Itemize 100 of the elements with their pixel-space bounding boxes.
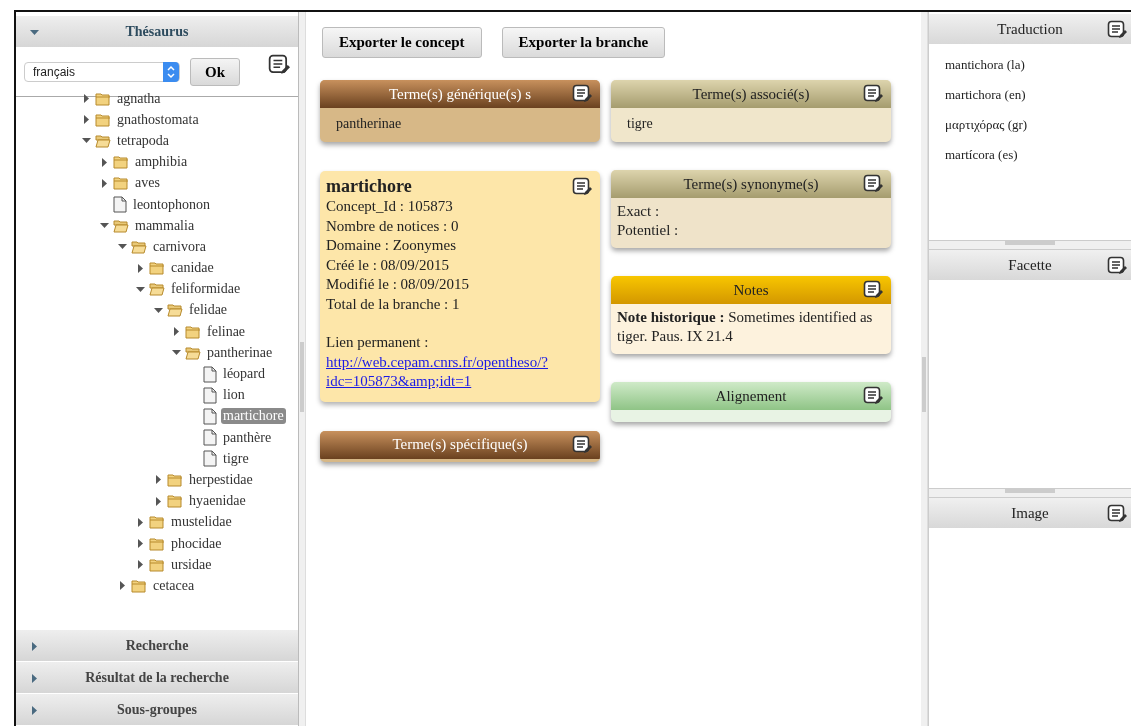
tree-item[interactable]: gnathostomata xyxy=(115,111,201,128)
expand-toggle-icon[interactable] xyxy=(154,475,163,485)
card-title: Alignement xyxy=(714,387,788,405)
concept-field: Total de la branche : 1 xyxy=(326,294,594,314)
tree-item[interactable]: mustelidae xyxy=(169,514,234,531)
accordion-header[interactable]: Thésaurus xyxy=(16,16,298,48)
expand-toggle-icon[interactable] xyxy=(82,115,91,125)
expand-toggle-icon[interactable] xyxy=(136,517,145,527)
expand-toggle-icon[interactable] xyxy=(100,157,109,167)
caret-icon[interactable] xyxy=(30,28,39,37)
expand-toggle-icon[interactable] xyxy=(136,284,145,294)
card-title: Terme(s) générique(s) s xyxy=(387,85,533,103)
tree-item[interactable]: feliformidae xyxy=(169,281,243,298)
export-button[interactable]: Exporter le concept xyxy=(322,27,482,58)
card-title: Notes xyxy=(732,281,770,299)
accordion-header[interactable]: Résultat de la recherche xyxy=(16,662,298,694)
caret-icon[interactable] xyxy=(30,674,39,683)
caret-icon[interactable] xyxy=(30,642,39,651)
permalink[interactable]: http://web.cepam.cnrs.fr/opentheso/?idc=105873&amp;idt=1 xyxy=(326,352,594,392)
edit-list-icon[interactable] xyxy=(1107,503,1127,524)
edit-list-icon[interactable] xyxy=(863,386,883,406)
tree-item[interactable]: amphibia xyxy=(133,154,190,171)
expand-toggle-icon[interactable] xyxy=(118,242,127,252)
concept-field: Créé le : 08/09/2015 xyxy=(326,255,594,275)
tree-item[interactable]: lion xyxy=(221,387,247,404)
expand-toggle-icon[interactable] xyxy=(82,136,91,146)
concept-field: Concept_Id : 105873 xyxy=(326,197,594,217)
document-icon xyxy=(203,386,217,404)
edit-list-icon[interactable] xyxy=(572,84,592,104)
tree-item[interactable]: tetrapoda xyxy=(115,132,172,149)
folder-icon xyxy=(95,112,111,127)
expand-toggle-icon[interactable] xyxy=(82,94,91,104)
term-link[interactable]: tigre xyxy=(627,116,875,132)
tree-item[interactable]: leontophonon xyxy=(131,196,212,213)
panel-header: Facette xyxy=(929,250,1131,281)
expand-toggle-icon[interactable] xyxy=(136,539,145,549)
edit-list-icon[interactable] xyxy=(268,54,290,76)
edit-list-icon[interactable] xyxy=(572,434,592,455)
expand-toggle-icon[interactable] xyxy=(100,221,109,231)
folder-icon xyxy=(149,536,165,551)
expand-toggle-icon[interactable] xyxy=(100,178,109,188)
edit-list-icon[interactable] xyxy=(863,84,883,104)
tree-item[interactable]: ursidae xyxy=(169,556,214,573)
open-folder-icon xyxy=(185,345,201,360)
edit-list-icon[interactable] xyxy=(1107,256,1127,277)
expand-toggle-icon[interactable] xyxy=(172,348,181,358)
export-button[interactable]: Exporter la branche xyxy=(501,27,666,58)
edit-list-icon[interactable] xyxy=(863,280,883,300)
document-icon xyxy=(203,365,217,383)
open-folder-icon xyxy=(149,282,165,297)
expand-toggle-icon[interactable] xyxy=(154,496,163,506)
open-folder-icon xyxy=(131,239,147,254)
translation-item: μαρτιχόρας (gr) xyxy=(945,116,1029,135)
translation-item: mantichora (la) xyxy=(945,56,1026,75)
tree-item[interactable]: phocidae xyxy=(169,535,224,552)
tree-item[interactable]: hyaenidae xyxy=(187,493,248,510)
card-title: Terme(s) synonyme(s) xyxy=(682,175,820,193)
tree-item[interactable]: aves xyxy=(133,175,162,192)
folder-icon xyxy=(95,91,111,106)
accordion-header[interactable]: Sous-groupes xyxy=(16,694,298,726)
translation-item: martícora (es) xyxy=(945,146,1019,165)
open-folder-icon xyxy=(95,133,111,148)
tree-item[interactable]: tigre xyxy=(221,450,251,467)
concept-field: Nombre de notices : 0 xyxy=(326,216,594,236)
document-icon xyxy=(203,450,217,468)
folder-icon xyxy=(149,557,165,572)
document-icon xyxy=(203,407,217,425)
tree-item[interactable]: cetacea xyxy=(151,577,197,594)
folder-icon xyxy=(149,515,165,530)
expand-toggle-icon[interactable] xyxy=(154,305,163,315)
expand-toggle-icon[interactable] xyxy=(118,581,127,591)
synonym-label: Exact : xyxy=(617,202,661,221)
tree-item[interactable]: agnatha xyxy=(115,90,163,107)
expand-toggle-icon[interactable] xyxy=(136,263,145,273)
tree-item[interactable]: canidae xyxy=(169,260,216,277)
tree-item[interactable]: felinae xyxy=(205,323,248,340)
edit-list-icon[interactable] xyxy=(572,177,592,197)
tree-item[interactable]: léopard xyxy=(221,366,267,383)
concept-title: martichore xyxy=(326,175,413,197)
tree-item[interactable]: panthère xyxy=(221,429,274,446)
tree-item[interactable]: pantherinae xyxy=(205,344,275,361)
card-title: Terme(s) spécifique(s) xyxy=(391,436,529,453)
open-folder-icon xyxy=(113,218,129,233)
tree-item[interactable]: herpestidae xyxy=(187,471,255,488)
concept-field: Modifié le : 08/09/2015 xyxy=(326,275,594,295)
expand-toggle-icon[interactable] xyxy=(172,327,181,337)
tree-item[interactable]: mammalia xyxy=(133,217,197,234)
caret-icon[interactable] xyxy=(30,706,39,715)
edit-list-icon[interactable] xyxy=(863,174,883,194)
ok-button[interactable]: Ok xyxy=(190,58,240,86)
edit-list-icon[interactable] xyxy=(1107,20,1127,40)
note-text: Note historique : Sometimes identified as tiger. Paus. IX 21.4 xyxy=(617,308,874,346)
folder-icon xyxy=(131,578,147,593)
tree-item[interactable]: felidae xyxy=(187,302,230,319)
expand-toggle-icon[interactable] xyxy=(136,560,145,570)
stepper-icon xyxy=(163,62,179,82)
term-link[interactable]: pantherinae xyxy=(336,116,584,132)
tree-item[interactable]: carnivora xyxy=(151,238,208,255)
language-select[interactable]: français xyxy=(24,62,180,82)
accordion-header[interactable]: Recherche xyxy=(16,630,298,662)
